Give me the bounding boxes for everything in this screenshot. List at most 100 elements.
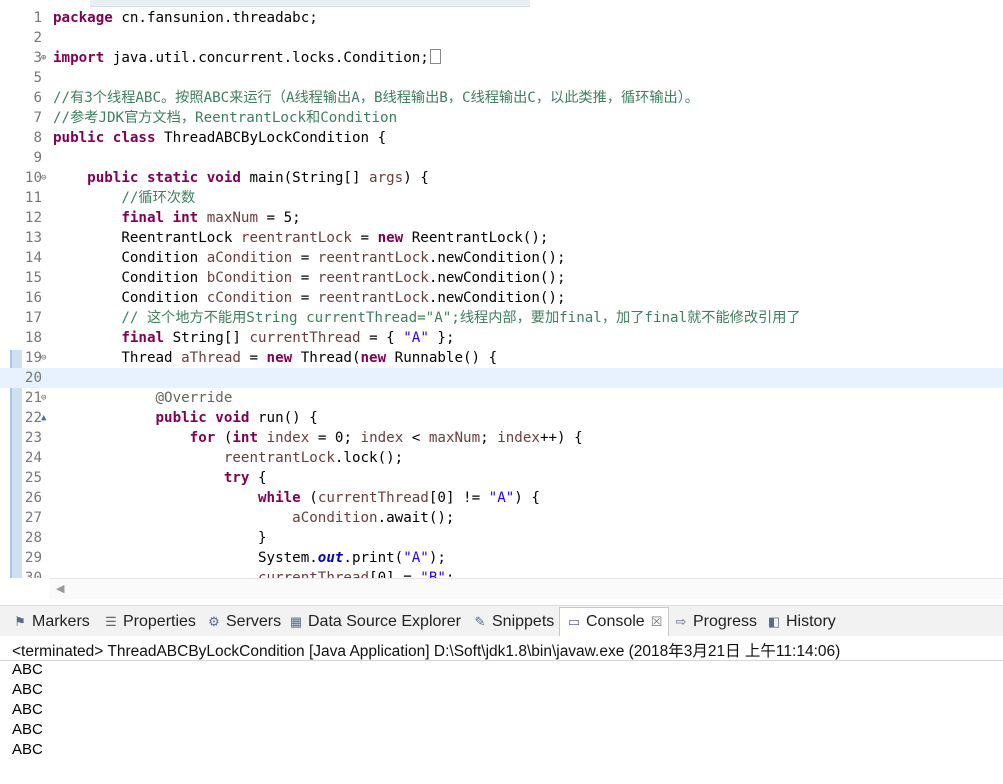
code-text[interactable]: public class ThreadABCByLockCondition {	[53, 128, 386, 148]
code-text[interactable]: for (int index = 0; index < maxNum; inde…	[53, 428, 583, 448]
tab-data-source-explorer[interactable]: ▦ Data Source Explorer	[288, 608, 461, 636]
code-line[interactable]: 1 package cn.fansunion.threadabc;	[0, 8, 1003, 28]
code-line[interactable]: 5	[0, 68, 1003, 88]
code-text[interactable]: Condition aCondition = reentrantLock.new…	[53, 248, 565, 268]
tab-label: Markers	[32, 613, 90, 630]
console-output[interactable]: ABC ABC ABC ABC ABC	[12, 660, 992, 760]
snippets-icon: ✎	[474, 614, 486, 629]
line-number: 27	[24, 510, 42, 526]
code-line[interactable]: 23 for (int index = 0; index < maxNum; i…	[0, 428, 1003, 448]
code-text[interactable]: try {	[53, 468, 267, 488]
code-line[interactable]: 3 ⊕ import java.util.concurrent.locks.Cond…	[0, 48, 1003, 68]
code-text[interactable]: System.out.print("A");	[53, 548, 446, 568]
console-icon: ▭	[567, 614, 581, 629]
line-number: 25	[24, 470, 42, 486]
code-line[interactable]: 29 System.out.print("A");	[0, 548, 1003, 568]
tab-history[interactable]: ◧ History	[766, 608, 836, 636]
code-text[interactable]: reentrantLock.lock();	[53, 448, 403, 468]
data-source-icon: ▦	[289, 614, 303, 629]
code-line[interactable]: 6 //有3个线程ABC。按照ABC来运行（A线程输出A，B线程输出B，C线程输出…	[0, 88, 1003, 108]
tab-label: Snippets	[492, 613, 555, 630]
line-number: 21	[24, 390, 42, 406]
console-output-line: ABC	[12, 721, 43, 738]
line-number: 29	[24, 550, 42, 566]
tab-properties[interactable]: ☰ Properties	[103, 608, 196, 636]
code-line[interactable]: 2	[0, 28, 1003, 48]
code-line[interactable]: 12 final int maxNum = 5;	[0, 208, 1003, 228]
line-number: 30	[24, 570, 42, 578]
line-number: 2	[33, 30, 42, 46]
code-area[interactable]: 1 package cn.fansunion.threadabc; 2 3 ⊕ impor…	[0, 8, 1003, 578]
code-text[interactable]: Condition cCondition = reentrantLock.new…	[53, 288, 565, 308]
code-line[interactable]: 14 Condition aCondition = reentrantLock.…	[0, 248, 1003, 268]
line-number: 6	[33, 90, 42, 106]
line-number: 16	[24, 290, 42, 306]
line-number: 23	[24, 430, 42, 446]
line-number: 19	[24, 350, 42, 366]
code-line[interactable]: 8 public class ThreadABCByLockCondition {	[0, 128, 1003, 148]
tab-servers[interactable]: ⚙ Servers	[206, 608, 281, 636]
code-text[interactable]: //有3个线程ABC。按照ABC来运行（A线程输出A，B线程输出B，C线程输出C…	[53, 88, 699, 108]
line-number: 13	[24, 230, 42, 246]
code-line[interactable]: 22 ▲ public void run() {	[0, 408, 1003, 428]
code-text[interactable]: public static void main(String[] args) {	[53, 168, 429, 188]
tab-console[interactable]: ▭ Console ☒	[559, 607, 670, 637]
code-text[interactable]: }	[53, 528, 267, 548]
code-text[interactable]: final String[] currentThread = { "A" };	[53, 328, 454, 348]
code-line[interactable]: 13 ReentrantLock reentrantLock = new Ree…	[0, 228, 1003, 248]
line-number: 17	[24, 310, 42, 326]
override-marker-icon[interactable]: ▲	[41, 408, 50, 428]
tab-progress[interactable]: ⇨ Progress	[673, 608, 757, 636]
code-line[interactable]: 25 try {	[0, 468, 1003, 488]
code-line[interactable]: 10 ⊖ public static void main(String[] arg…	[0, 168, 1003, 188]
line-number: 22	[24, 410, 42, 426]
code-line[interactable]: 11 //循环次数	[0, 188, 1003, 208]
code-text[interactable]: while (currentThread[0] != "A") {	[53, 488, 540, 508]
code-line[interactable]: 21 ⊖ @Override	[0, 388, 1003, 408]
views-tab-bar: ⚑ Markers ☰ Properties ⚙ Servers ▦ Data Source …	[0, 605, 1003, 638]
code-text[interactable]: ReentrantLock reentrantLock = new Reentr…	[53, 228, 548, 248]
code-line[interactable]: 20	[0, 368, 1003, 388]
close-icon[interactable]: ☒	[651, 614, 663, 629]
code-text[interactable]: package cn.fansunion.threadabc;	[53, 8, 318, 28]
code-text[interactable]: @Override	[53, 388, 233, 408]
fold-toggle-icon[interactable]: ⊕	[41, 48, 50, 68]
code-text[interactable]: import java.util.concurrent.locks.Condit…	[53, 48, 441, 68]
code-line[interactable]: 19 ⊖ Thread aThread = new Thread(new Runn…	[0, 348, 1003, 368]
code-text[interactable]: Thread aThread = new Thread(new Runnable…	[53, 348, 497, 368]
code-text[interactable]: currentThread[0] = "B";	[53, 568, 454, 578]
code-line[interactable]: 15 Condition bCondition = reentrantLock.…	[0, 268, 1003, 288]
scroll-left-icon[interactable]: ◀	[56, 582, 64, 595]
tab-snippets[interactable]: ✎ Snippets	[472, 608, 555, 636]
code-text[interactable]: Condition bCondition = reentrantLock.new…	[53, 268, 565, 288]
code-line[interactable]: 7 //参考JDK官方文档，ReentrantLock和Condition	[0, 108, 1003, 128]
horizontal-scrollbar[interactable]: ◀	[50, 578, 1003, 599]
code-text[interactable]: aCondition.await();	[53, 508, 454, 528]
code-text[interactable]: public void run() {	[53, 408, 318, 428]
code-editor[interactable]: 1 package cn.fansunion.threadabc; 2 3 ⊕ impor…	[0, 0, 1003, 600]
code-line[interactable]: 30 currentThread[0] = "B";	[0, 568, 1003, 578]
fold-toggle-icon[interactable]: ⊖	[41, 348, 50, 368]
code-line[interactable]: 9	[0, 148, 1003, 168]
line-number: 12	[24, 210, 42, 226]
code-text[interactable]: final int maxNum = 5;	[53, 208, 300, 228]
fold-toggle-icon[interactable]: ⊖	[41, 168, 50, 188]
tab-markers[interactable]: ⚑ Markers	[12, 608, 90, 636]
code-line[interactable]: 24 reentrantLock.lock();	[0, 448, 1003, 468]
code-line[interactable]: 16 Condition cCondition = reentrantLock.…	[0, 288, 1003, 308]
fold-toggle-icon[interactable]: ⊖	[41, 388, 50, 408]
code-line[interactable]: 28 }	[0, 528, 1003, 548]
code-line[interactable]: 26 while (currentThread[0] != "A") {	[0, 488, 1003, 508]
code-text[interactable]: //循环次数	[53, 188, 195, 208]
console-status-header: <terminated> ThreadABCByLockCondition [J…	[0, 636, 1003, 661]
code-line[interactable]: 17 // 这个地方不能用String currentThread="A";线程…	[0, 308, 1003, 328]
code-text[interactable]: //参考JDK官方文档，ReentrantLock和Condition	[53, 108, 397, 128]
line-number: 9	[33, 150, 42, 166]
code-line[interactable]: 18 final String[] currentThread = { "A" …	[0, 328, 1003, 348]
line-number: 11	[24, 190, 42, 206]
tab-label: Data Source Explorer	[308, 613, 461, 630]
tab-label: Servers	[226, 613, 282, 630]
code-text[interactable]: // 这个地方不能用String currentThread="A";线程内部，…	[53, 308, 800, 328]
tab-label: History	[786, 613, 836, 630]
code-line[interactable]: 27 aCondition.await();	[0, 508, 1003, 528]
